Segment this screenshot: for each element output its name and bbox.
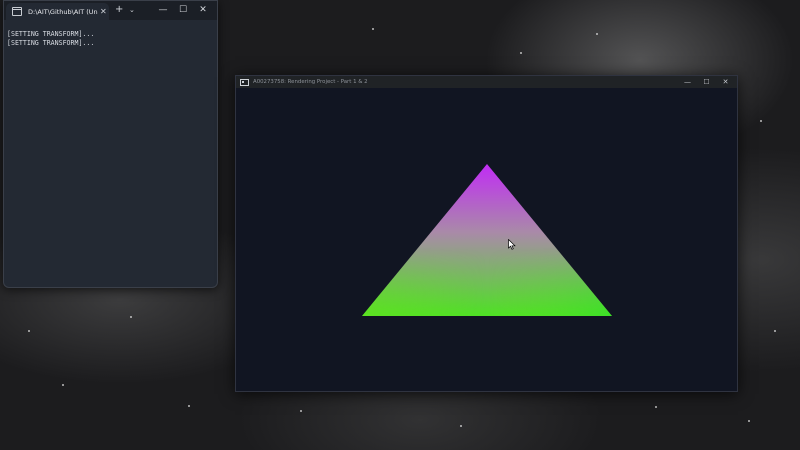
terminal-tab-title: D:\AIT\Github\AIT (Uni Repos	[28, 7, 98, 16]
render-window-title: A00273758: Rendering Project - Part 1 & …	[253, 79, 368, 85]
tab-dropdown-button[interactable]: ⌄	[129, 6, 135, 14]
console-app-icon	[240, 78, 249, 86]
render-maximize-button[interactable]: ☐	[697, 76, 716, 88]
new-tab-button[interactable]: +	[115, 5, 123, 15]
render-titlebar[interactable]: A00273758: Rendering Project - Part 1 & …	[236, 76, 737, 88]
terminal-line: [SETTING TRANSFORM]...	[7, 30, 95, 38]
terminal-close-button[interactable]: ✕	[193, 1, 213, 20]
terminal-tab[interactable]: D:\AIT\Github\AIT (Uni Repos ✕	[6, 3, 109, 20]
render-window[interactable]: A00273758: Rendering Project - Part 1 & …	[235, 75, 738, 392]
terminal-line: [SETTING TRANSFORM]...	[7, 39, 95, 47]
tab-close-icon[interactable]: ✕	[100, 7, 107, 16]
render-canvas[interactable]	[236, 88, 737, 391]
render-close-button[interactable]: ✕	[716, 76, 735, 88]
terminal-maximize-button[interactable]: ☐	[173, 1, 193, 20]
terminal-minimize-button[interactable]: —	[153, 1, 173, 20]
render-minimize-button[interactable]: —	[678, 76, 697, 88]
terminal-output[interactable]: [SETTING TRANSFORM]... [SETTING TRANSFOR…	[4, 20, 217, 48]
terminal-titlebar[interactable]: D:\AIT\Github\AIT (Uni Repos ✕ + ⌄ — ☐ ✕	[4, 1, 217, 20]
rendered-triangle-shading	[362, 164, 612, 316]
terminal-window[interactable]: D:\AIT\Github\AIT (Uni Repos ✕ + ⌄ — ☐ ✕…	[3, 0, 218, 288]
mouse-cursor	[508, 239, 516, 250]
terminal-icon	[12, 7, 22, 16]
